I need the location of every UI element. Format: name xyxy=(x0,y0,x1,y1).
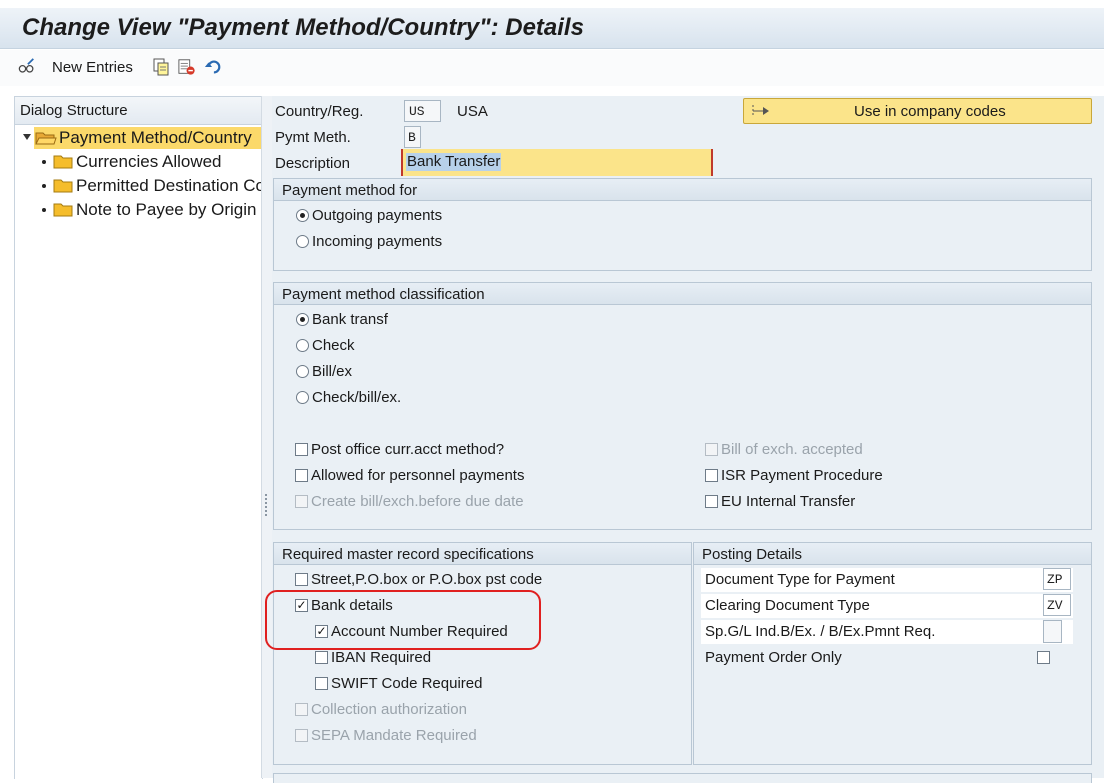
incoming-payments-label: Incoming payments xyxy=(312,233,443,250)
bullet-icon xyxy=(42,160,46,164)
dialog-structure-panel: Dialog Structure Payment Method/Country … xyxy=(14,96,263,779)
swift-required-label: SWIFT Code Required xyxy=(331,675,483,692)
tree-item-label: Payment Method/Country xyxy=(59,128,252,147)
payment-method-for-group: Payment method for xyxy=(273,178,1092,271)
clearing-field[interactable]: ZV xyxy=(1043,594,1071,616)
expand-arrow-icon[interactable] xyxy=(23,134,31,140)
check-label: Check xyxy=(312,337,355,354)
group-title: Required master record specifications xyxy=(274,543,691,565)
country-name: USA xyxy=(457,103,488,120)
tree-item-label: Currencies Allowed xyxy=(76,152,222,171)
application-toolbar: New Entries xyxy=(0,50,1104,86)
country-field[interactable]: US xyxy=(404,100,441,122)
use-in-company-codes-button[interactable]: Use in company codes xyxy=(743,98,1092,124)
tree-item-currencies-allowed[interactable]: Currencies Allowed xyxy=(15,150,262,174)
create-bill-checkbox xyxy=(295,495,308,508)
payment-order-only-label: Payment Order Only xyxy=(705,649,842,666)
group-title: Posting Details xyxy=(694,543,1091,565)
outgoing-payments-radio[interactable] xyxy=(296,209,309,222)
street-pobox-label: Street,P.O.box or P.O.box pst code xyxy=(311,571,543,588)
description-label: Description xyxy=(275,155,351,172)
check-bill-ex-radio[interactable] xyxy=(296,391,309,404)
iban-required-checkbox[interactable] xyxy=(315,651,328,664)
delete-icon[interactable] xyxy=(178,58,196,76)
tree-item-label: Note to Payee by Origin xyxy=(76,200,257,219)
branch-arrow-icon xyxy=(749,103,771,123)
personnel-payments-checkbox[interactable] xyxy=(295,469,308,482)
pymt-meth-field[interactable]: B xyxy=(404,126,421,148)
use-in-company-codes-label: Use in company codes xyxy=(854,103,1006,120)
create-bill-label: Create bill/exch.before due date xyxy=(311,493,524,510)
undo-icon[interactable] xyxy=(204,58,222,76)
glasses-pencil-icon[interactable] xyxy=(18,58,36,76)
sepa-mandate-checkbox xyxy=(295,729,308,742)
post-office-checkbox[interactable] xyxy=(295,443,308,456)
new-entries-button[interactable]: New Entries xyxy=(52,59,133,76)
description-value: Bank Transfer xyxy=(406,153,502,171)
group-title: Payment method classification xyxy=(274,283,1091,305)
personnel-payments-label: Allowed for personnel payments xyxy=(311,467,525,484)
doc-type-label: Document Type for Payment xyxy=(705,571,895,588)
clearing-label: Clearing Document Type xyxy=(705,597,870,614)
tree-item-payment-method-country[interactable]: Payment Method/Country xyxy=(15,126,262,150)
isr-payment-label: ISR Payment Procedure xyxy=(721,467,883,484)
payment-order-only-checkbox[interactable] xyxy=(1037,651,1050,664)
tree-item-permitted-destination[interactable]: Permitted Destination Countries xyxy=(15,174,262,198)
splitter-grip-icon[interactable] xyxy=(265,494,269,516)
folder-icon xyxy=(53,202,73,222)
incoming-payments-radio[interactable] xyxy=(296,235,309,248)
collection-auth-checkbox xyxy=(295,703,308,716)
bill-accepted-checkbox xyxy=(705,443,718,456)
copy-icon[interactable] xyxy=(152,58,170,76)
outgoing-payments-label: Outgoing payments xyxy=(312,207,443,224)
description-field[interactable]: Bank Transfer xyxy=(401,149,713,176)
highlight-annotation xyxy=(265,590,541,650)
bank-transf-radio[interactable] xyxy=(296,313,309,326)
post-office-label: Post office curr.acct method? xyxy=(311,441,505,458)
swift-required-checkbox[interactable] xyxy=(315,677,328,690)
folder-icon xyxy=(53,178,73,198)
eu-internal-label: EU Internal Transfer xyxy=(721,493,856,510)
page-title: Change View "Payment Method/Country": De… xyxy=(22,14,584,41)
bill-ex-radio[interactable] xyxy=(296,365,309,378)
group-title: Payment method for xyxy=(274,179,1091,201)
check-radio[interactable] xyxy=(296,339,309,352)
pymt-meth-label: Pymt Meth. xyxy=(275,129,351,146)
check-bill-ex-label: Check/bill/ex. xyxy=(312,389,402,406)
iban-required-label: IBAN Required xyxy=(331,649,432,666)
doc-type-field[interactable]: ZP xyxy=(1043,568,1071,590)
next-group-edge xyxy=(273,773,1092,783)
tree-item-note-to-payee[interactable]: Note to Payee by Origin xyxy=(15,198,262,222)
spgl-label: Sp.G/L Ind.B/Ex. / B/Ex.Pmnt Req. xyxy=(705,623,936,640)
open-folder-icon xyxy=(35,130,57,150)
street-pobox-checkbox[interactable] xyxy=(295,573,308,586)
bullet-icon xyxy=(42,184,46,188)
country-label: Country/Reg. xyxy=(275,103,364,120)
sepa-mandate-label: SEPA Mandate Required xyxy=(311,727,477,744)
bill-ex-label: Bill/ex xyxy=(312,363,353,380)
tree-item-label: Permitted Destination Countries xyxy=(76,176,262,195)
isr-payment-checkbox[interactable] xyxy=(705,469,718,482)
bill-accepted-label: Bill of exch. accepted xyxy=(721,441,863,458)
spgl-field[interactable] xyxy=(1043,620,1062,643)
eu-internal-checkbox[interactable] xyxy=(705,495,718,508)
dialog-structure-title: Dialog Structure xyxy=(20,102,128,119)
bank-transf-label: Bank transf xyxy=(312,311,388,328)
collection-auth-label: Collection authorization xyxy=(311,701,467,718)
dialog-structure-header: Dialog Structure xyxy=(15,97,262,125)
bullet-icon xyxy=(42,208,46,212)
folder-icon xyxy=(53,154,73,174)
